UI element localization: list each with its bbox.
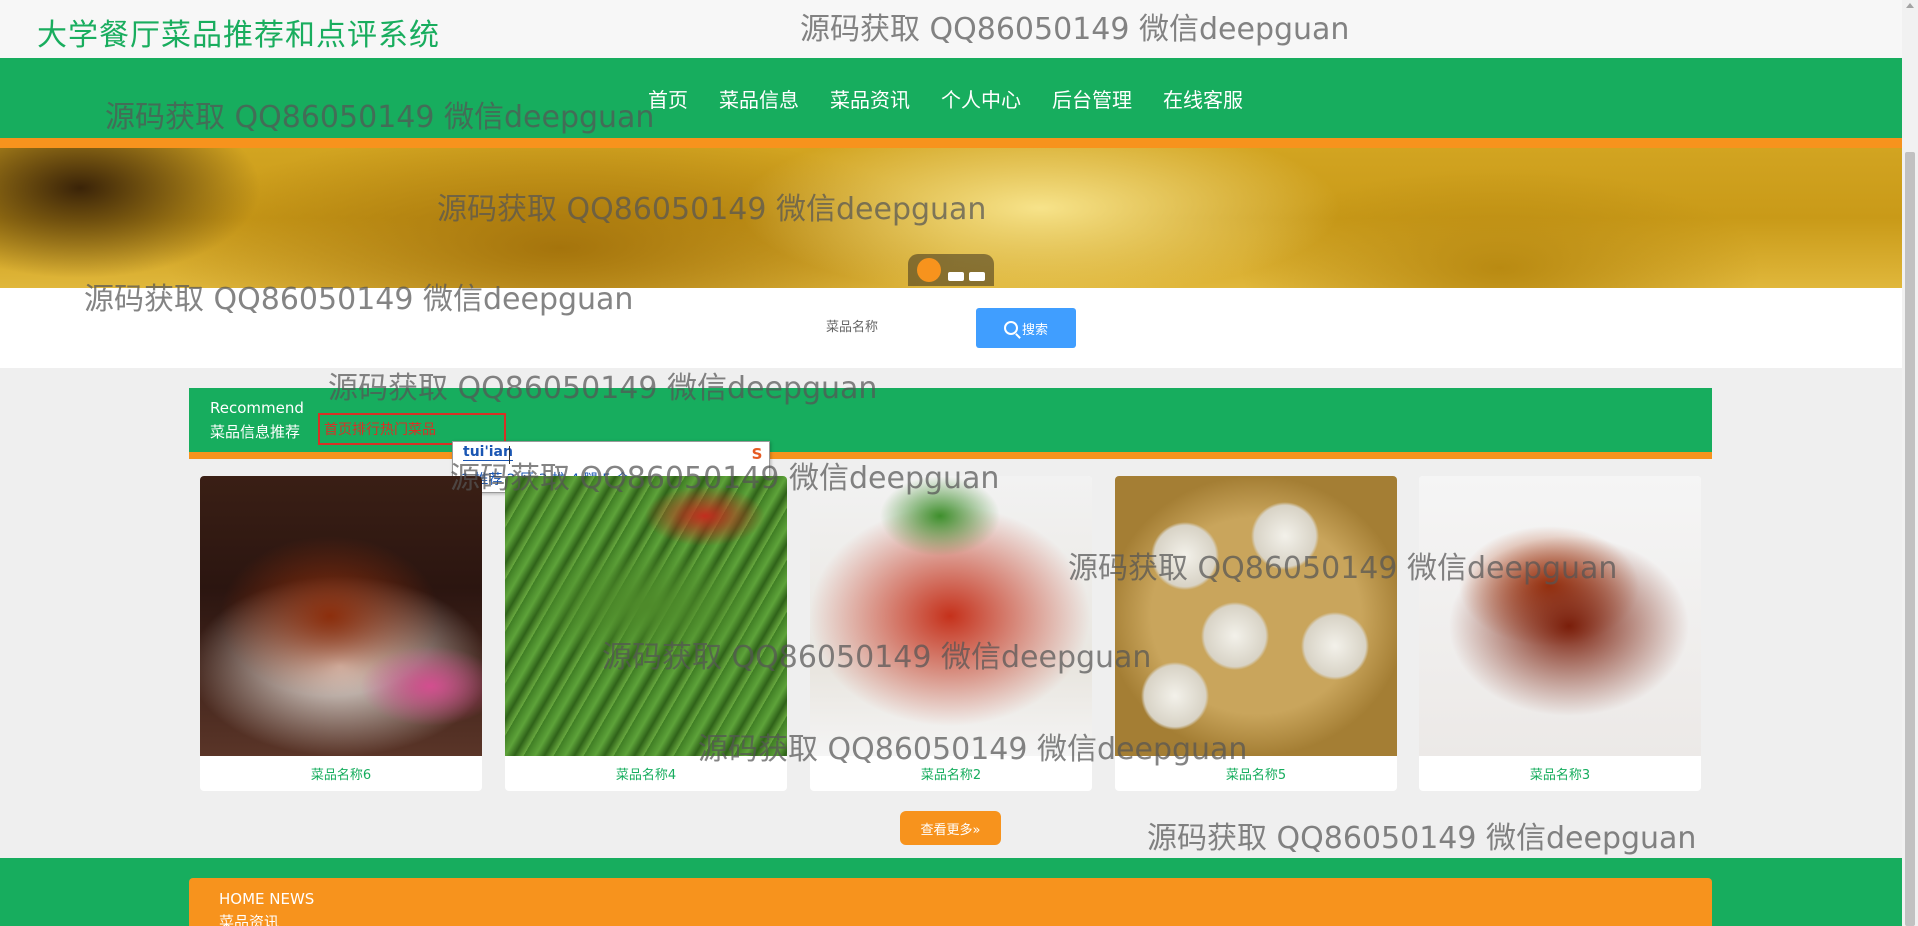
news-header — [189, 878, 1712, 926]
dish-name[interactable]: 菜品名称3 — [1419, 764, 1701, 783]
nav-accent-stripe — [0, 138, 1902, 148]
nav-item-admin[interactable]: 后台管理 — [1052, 84, 1132, 113]
nav-item-dish-news[interactable]: 菜品资讯 — [830, 84, 910, 113]
news-title-cn: 菜品资讯 — [219, 913, 280, 926]
search-button-label: 搜索 — [1021, 322, 1048, 338]
dish-name[interactable]: 菜品名称6 — [200, 764, 482, 783]
ime-caret — [509, 446, 510, 464]
dish-card[interactable]: 菜品名称2 — [810, 476, 1092, 791]
recommend-accent-bar — [189, 452, 1712, 459]
dish-card[interactable]: 菜品名称3 — [1419, 476, 1701, 791]
nav-item-dish-info[interactable]: 菜品信息 — [719, 84, 799, 113]
dish-image[interactable] — [1115, 476, 1397, 756]
view-more-button[interactable]: 查看更多» — [900, 811, 1001, 845]
dish-card[interactable]: 菜品名称6 — [200, 476, 482, 791]
nav-item-online-service[interactable]: 在线客服 — [1163, 84, 1243, 113]
dish-name[interactable]: 菜品名称5 — [1115, 764, 1397, 783]
top-header: 大学餐厅菜品推荐和点评系统 — [0, 0, 1902, 58]
news-title-en: HOME NEWS — [219, 890, 315, 908]
carousel-dot-active[interactable] — [917, 258, 941, 282]
ime-logo-icon: S — [751, 445, 763, 463]
dish-name[interactable]: 菜品名称4 — [505, 764, 787, 783]
dish-name[interactable]: 菜品名称2 — [810, 764, 1092, 783]
recommend-title-cn: 菜品信息推荐 — [210, 423, 301, 441]
nav-item-personal-center[interactable]: 个人中心 — [941, 84, 1021, 113]
dish-image[interactable] — [505, 476, 787, 756]
search-input[interactable] — [826, 307, 966, 347]
nav-menu: 首页 菜品信息 菜品资讯 个人中心 后台管理 在线客服 — [648, 84, 1274, 113]
watermark-text: 源码获取 QQ86050149 微信deepguan — [1147, 821, 1697, 856]
ime-composition: tui'ian — [463, 444, 513, 461]
dish-image[interactable] — [200, 476, 482, 756]
dish-image[interactable] — [810, 476, 1092, 756]
dish-card[interactable]: 菜品名称5 — [1115, 476, 1397, 791]
nav-item-home[interactable]: 首页 — [648, 84, 688, 113]
dish-image[interactable] — [1419, 476, 1701, 756]
scroll-up-arrow-icon[interactable] — [1906, 3, 1914, 8]
search-button[interactable]: 搜索 — [976, 308, 1076, 348]
carousel-dot[interactable] — [948, 272, 964, 281]
scrollbar-thumb[interactable] — [1905, 152, 1915, 926]
search-icon — [1003, 321, 1018, 335]
recommend-title-en: Recommend — [210, 399, 304, 417]
dish-card[interactable]: 菜品名称4 — [505, 476, 787, 791]
carousel-dot[interactable] — [969, 272, 985, 281]
site-title: 大学餐厅菜品推荐和点评系统 — [37, 18, 440, 53]
